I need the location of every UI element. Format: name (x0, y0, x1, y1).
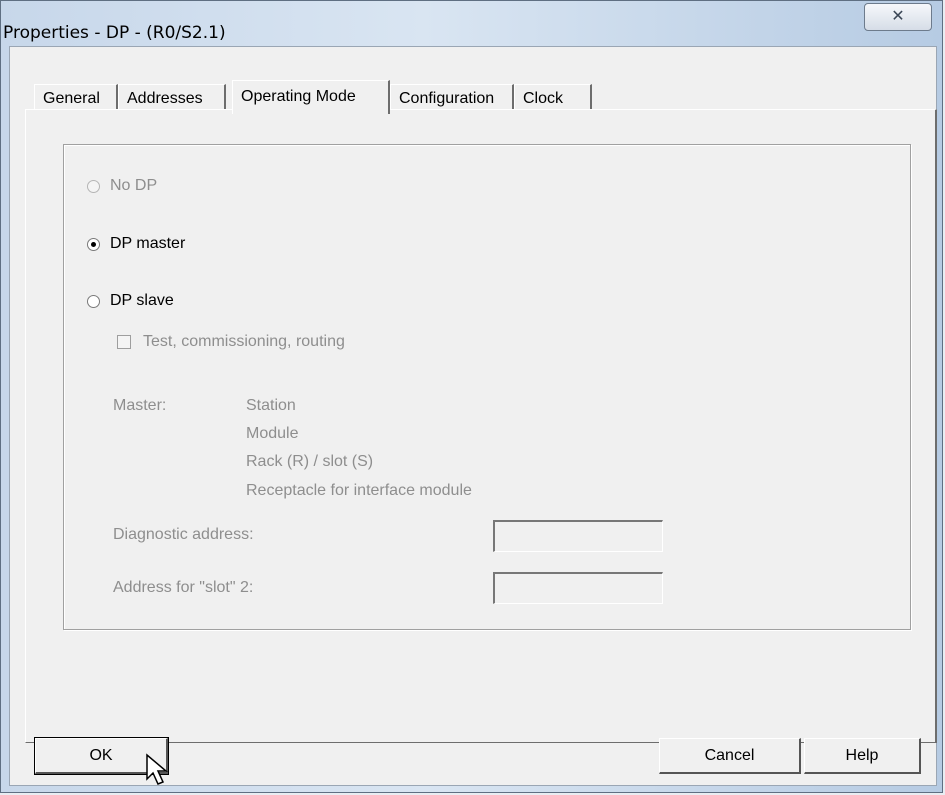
master-station: Station (246, 397, 296, 414)
no-dp-label: No DP (110, 177, 158, 194)
master-module: Module (246, 425, 299, 442)
slot2-address-field[interactable] (493, 572, 663, 604)
close-button[interactable]: ✕ (864, 3, 932, 31)
title-bar[interactable]: Properties - DP - (R0/S2.1) ✕ (1, 1, 942, 43)
cancel-button[interactable]: Cancel (659, 738, 801, 774)
tab-clock[interactable]: Clock (514, 84, 592, 112)
window-title: Properties - DP - (R0/S2.1) (3, 23, 226, 43)
master-rack-slot: Rack (R) / slot (S) (246, 453, 374, 470)
tab-general[interactable]: General (34, 84, 118, 112)
master-receptacle: Receptacle for interface module (246, 482, 472, 499)
close-icon: ✕ (891, 6, 905, 25)
tab-operating-mode[interactable]: Operating Mode (232, 80, 390, 114)
dp-slave-option[interactable]: DP slave (87, 292, 174, 310)
dp-master-label: DP master (110, 235, 186, 252)
diagnostic-address-label: Diagnostic address: (113, 526, 254, 543)
tab-configuration[interactable]: Configuration (390, 84, 514, 112)
dp-slave-radio[interactable] (87, 294, 100, 308)
test-commissioning-checkbox[interactable] (117, 335, 131, 349)
tab-addresses[interactable]: Addresses (118, 84, 226, 112)
dp-master-radio[interactable] (87, 237, 100, 251)
master-label: Master: (113, 397, 167, 414)
dp-master-option[interactable]: DP master (87, 235, 185, 253)
help-button[interactable]: Help (804, 738, 921, 774)
dp-slave-label: DP slave (110, 292, 174, 309)
slot2-address-label: Address for "slot" 2: (113, 579, 254, 596)
no-dp-option[interactable]: No DP (87, 177, 157, 195)
test-commissioning-option[interactable]: Test, commissioning, routing (117, 333, 345, 351)
operating-mode-group (63, 144, 911, 630)
test-commissioning-label: Test, commissioning, routing (143, 333, 345, 350)
mouse-cursor-icon (146, 753, 169, 785)
no-dp-radio[interactable] (87, 179, 100, 193)
diagnostic-address-field[interactable] (493, 520, 663, 552)
properties-dialog: Properties - DP - (R0/S2.1) ✕ General Ad… (0, 0, 943, 793)
